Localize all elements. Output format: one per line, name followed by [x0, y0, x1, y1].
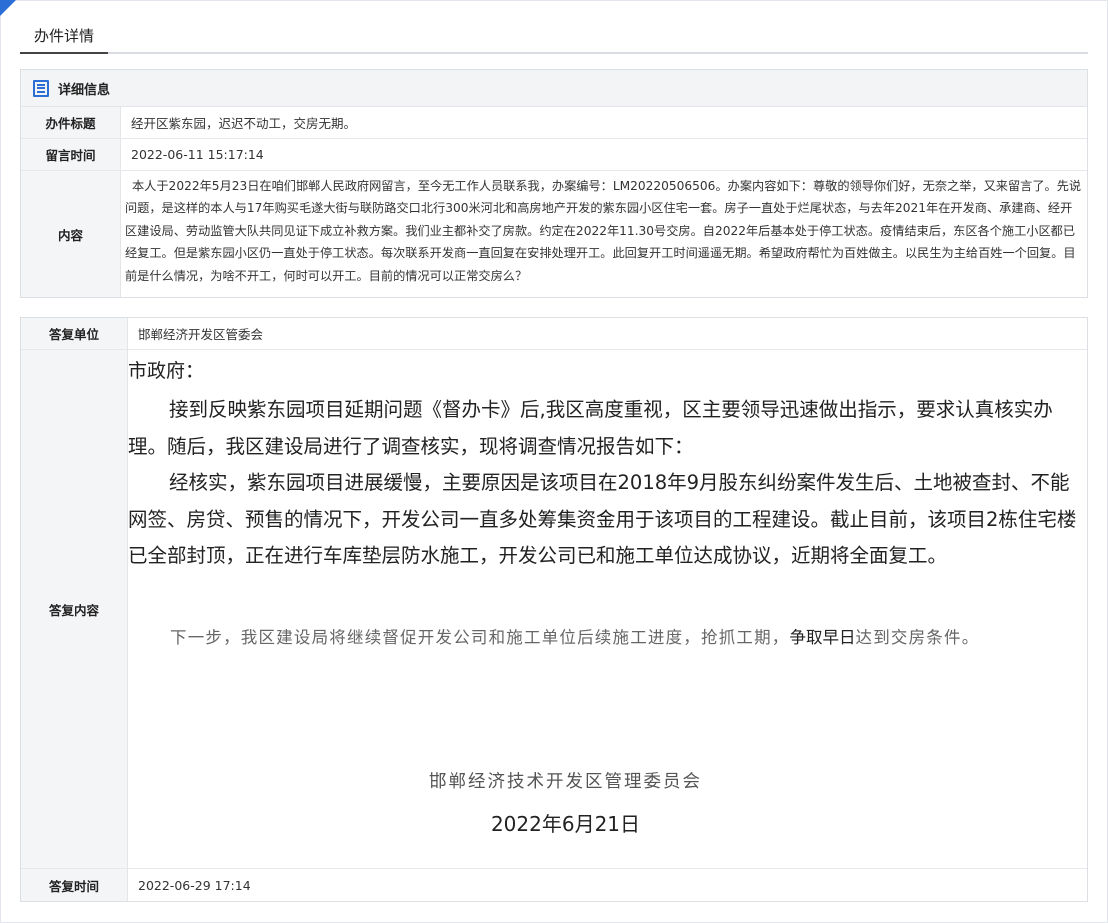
reply-unit-value: 邯郸经济开发区管委会 — [138, 327, 264, 342]
reply-salutation: 市政府： — [128, 360, 205, 382]
content-label: 内容 — [21, 171, 121, 297]
reply-content-row: 答复内容 市政府： 接到反映紫东园项目延期问题《督办卡》后,我区高度重视，区主要… — [21, 350, 1087, 869]
reply-time-row: 答复时间 2022-06-29 17:14 — [21, 869, 1087, 901]
detail-panel-header: 详细信息 — [21, 70, 1087, 107]
reply-content: 市政府： 接到反映紫东园项目延期问题《督办卡》后,我区高度重视，区主要领导迅速做… — [128, 350, 1087, 868]
next-step-text: 下一步，我区建设局将继续督促开发公司和施工单位后续施工进度，抢抓工期， — [170, 628, 790, 647]
message-time-row: 留言时间 2022-06-11 15:17:14 — [21, 139, 1087, 171]
next-step-tail: 达到交房条件。 — [855, 628, 980, 647]
title-value: 经开区紫东园，迟迟不动工，交房无期。 — [131, 116, 357, 131]
content-row: 内容 本人于2022年5月23日在咱们邯郸人民政府网留言，至今无工作人员联系我，… — [21, 171, 1087, 297]
title-label: 办件标题 — [21, 107, 121, 138]
message-time-value: 2022-06-11 15:17:14 — [131, 147, 264, 162]
next-step-emphasis: 争取早日 — [789, 629, 856, 647]
reply-body: 接到反映紫东园项目延期问题《督办卡》后,我区高度重视，区主要领导迅速做出指示，要… — [128, 392, 1086, 575]
reply-paragraph-next-step: 下一步，我区建设局将继续督促开发公司和施工单位后续施工进度，抢抓工期，争取早日达… — [128, 624, 1083, 652]
reply-paragraph: 接到反映紫东园项目延期问题《督办卡》后,我区高度重视，区主要领导迅速做出指示，要… — [128, 398, 1053, 458]
reply-time-value: 2022-06-29 17:14 — [138, 877, 251, 893]
reply-unit-row: 答复单位 邯郸经济开发区管委会 — [21, 318, 1087, 350]
title-row: 办件标题 经开区紫东园，迟迟不动工，交房无期。 — [21, 107, 1087, 139]
content-value: 本人于2022年5月23日在咱们邯郸人民政府网留言，至今无工作人员联系我，办案编… — [125, 179, 1082, 283]
reply-paragraph: 经核实，紫东园项目进展缓慢，主要原因是该项目在2018年9月股东纠纷案件发生后、… — [128, 471, 1077, 567]
tab-bar: 办件详情 — [20, 22, 1088, 54]
detail-panel: 详细信息 办件标题 经开区紫东园，迟迟不动工，交房无期。 留言时间 2022-0… — [20, 69, 1088, 298]
corner-marker — [0, 0, 16, 16]
panel-title: 详细信息 — [58, 82, 111, 98]
reply-sign-date: 2022年6月21日 — [490, 812, 641, 836]
document-list-icon — [33, 79, 49, 97]
reply-content-label: 答复内容 — [21, 350, 128, 868]
tab-details[interactable]: 办件详情 — [20, 22, 109, 54]
reply-unit-label: 答复单位 — [21, 318, 128, 349]
reply-signature: 邯郸经济技术开发区管理委员会 — [429, 772, 702, 792]
message-time-label: 留言时间 — [21, 139, 121, 170]
reply-panel: 答复单位 邯郸经济开发区管委会 答复内容 市政府： 接到反映紫东园项目延期问题《… — [20, 317, 1088, 902]
reply-time-label: 答复时间 — [21, 869, 128, 901]
